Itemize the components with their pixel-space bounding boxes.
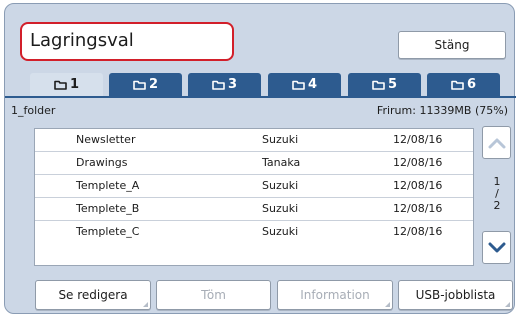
page-indicator: 1 / 2 <box>488 176 506 212</box>
tab-label: 4 <box>307 77 318 92</box>
folder-name: 1_folder <box>11 104 56 117</box>
close-button[interactable]: Stäng <box>398 31 506 59</box>
list-item[interactable]: Newsletter Suzuki 12/08/16 <box>35 129 473 152</box>
tab-label: 6 <box>466 77 477 92</box>
usb-job-list-button[interactable]: USB-jobblista <box>398 280 513 310</box>
tab-folder-3[interactable]: 3 <box>188 73 261 96</box>
tab-label: 5 <box>387 77 398 92</box>
document-date: 12/08/16 <box>393 179 443 192</box>
document-name: Templete_B <box>76 202 140 215</box>
document-name: Drawings <box>76 156 128 169</box>
folder-icon <box>372 80 385 90</box>
document-owner: Tanaka <box>262 156 301 169</box>
tab-label: 2 <box>148 77 159 92</box>
tab-folder-2[interactable]: 2 <box>109 73 182 96</box>
document-name: Templete_C <box>76 225 140 238</box>
list-item[interactable]: Templete_B Suzuki 12/08/16 <box>35 198 473 221</box>
folder-icon <box>54 80 67 90</box>
empty-button[interactable]: Töm <box>156 280 271 310</box>
tab-label: 1 <box>69 77 80 92</box>
document-name: Newsletter <box>76 133 136 146</box>
document-date: 12/08/16 <box>393 202 443 215</box>
chevron-up-icon <box>488 138 505 148</box>
information-button[interactable]: Information <box>277 280 393 310</box>
scroll-down-button[interactable] <box>482 231 511 264</box>
document-date: 12/08/16 <box>393 156 443 169</box>
tab-divider <box>5 96 516 98</box>
dialog-title: Lagringsval <box>20 22 234 61</box>
document-owner: Suzuki <box>262 225 299 238</box>
free-space: Frirum: 11339MB (75%) <box>376 104 508 117</box>
page-total: 2 <box>493 199 501 212</box>
tab-label: 3 <box>227 77 238 92</box>
tab-folder-4[interactable]: 4 <box>268 73 341 96</box>
folder-icon <box>133 80 146 90</box>
list-item[interactable]: Drawings Tanaka 12/08/16 <box>35 152 473 175</box>
document-name: Templete_A <box>76 179 140 192</box>
storage-selection-dialog: Lagringsval Stäng 1 2 3 4 5 6 1_folder Frirum… <box>4 3 516 314</box>
list-item[interactable]: Templete_C Suzuki 12/08/16 <box>35 221 473 244</box>
document-owner: Suzuki <box>262 133 299 146</box>
document-list: Newsletter Suzuki 12/08/16 Drawings Tana… <box>34 128 474 266</box>
document-owner: Suzuki <box>262 202 299 215</box>
scroll-up-button[interactable] <box>482 126 511 159</box>
tab-folder-5[interactable]: 5 <box>348 73 421 96</box>
folder-icon <box>212 80 225 90</box>
folder-icon <box>292 80 305 90</box>
document-date: 12/08/16 <box>393 133 443 146</box>
tab-folder-6[interactable]: 6 <box>427 73 500 96</box>
edit-button[interactable]: Se redigera <box>35 280 151 310</box>
tab-folder-1[interactable]: 1 <box>30 73 103 96</box>
chevron-down-icon <box>488 242 505 252</box>
folder-icon <box>451 80 464 90</box>
list-item[interactable]: Templete_A Suzuki 12/08/16 <box>35 175 473 198</box>
document-date: 12/08/16 <box>393 225 443 238</box>
document-owner: Suzuki <box>262 179 299 192</box>
